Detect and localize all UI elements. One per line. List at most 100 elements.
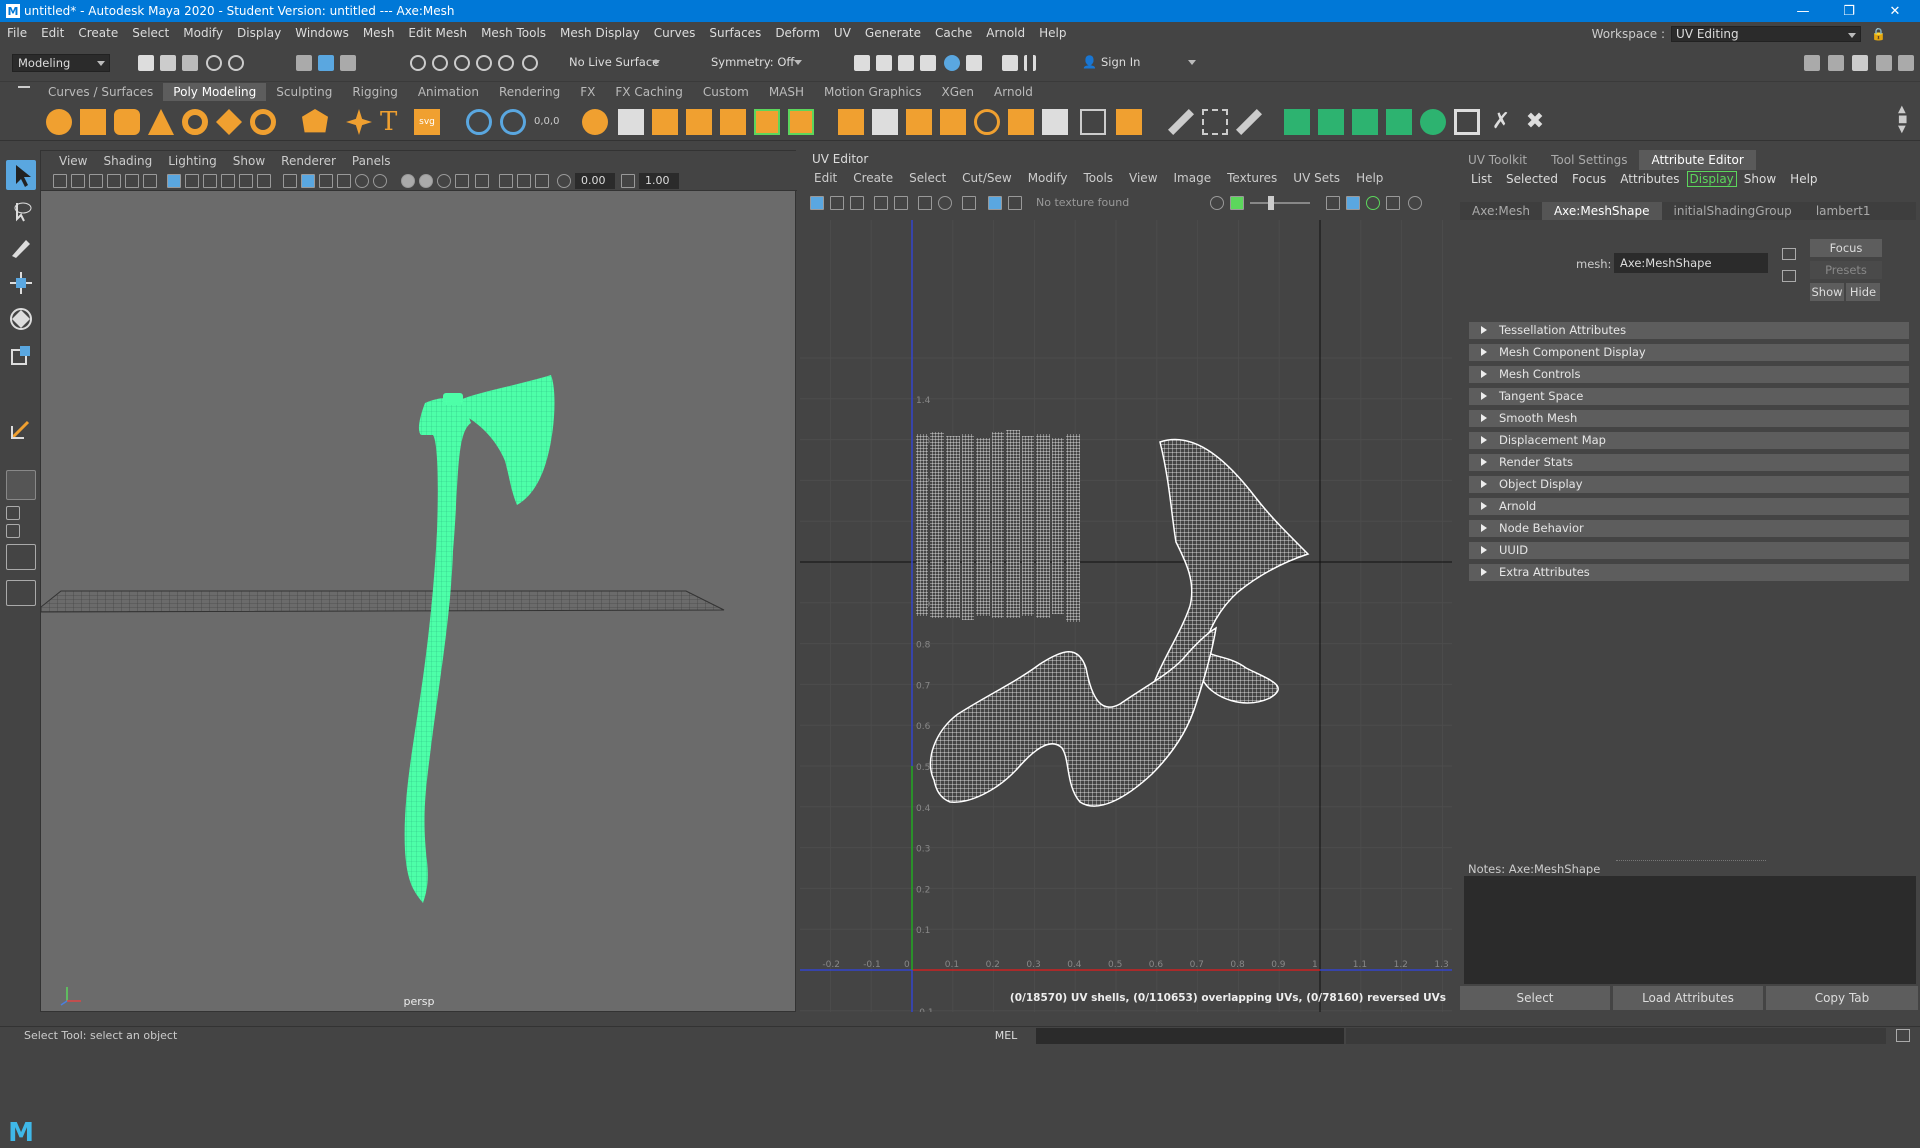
poly-disc-icon[interactable] — [250, 109, 276, 135]
uv-cylindrical-icon[interactable] — [1318, 109, 1344, 135]
gate-mask-icon[interactable] — [221, 174, 235, 188]
extrude-icon[interactable] — [618, 109, 644, 135]
menu-modify[interactable]: Modify — [176, 26, 230, 40]
wireframe-icon[interactable] — [283, 174, 297, 188]
menu-generate[interactable]: Generate — [858, 26, 928, 40]
shadows-icon[interactable] — [373, 174, 387, 188]
uv-pixel-snap-icon[interactable] — [918, 196, 932, 210]
uv-menu-edit[interactable]: Edit — [806, 171, 845, 185]
menu-display[interactable]: Display — [230, 26, 288, 40]
shelf-tab-rendering[interactable]: Rendering — [489, 83, 570, 101]
lattice-icon[interactable] — [1202, 109, 1228, 135]
make-hole-icon[interactable] — [788, 109, 814, 135]
uv-texture-dropdown[interactable]: No texture found — [1036, 196, 1129, 209]
anti-aliasing-icon[interactable] — [437, 174, 451, 188]
uv-menu-tools[interactable]: Tools — [1075, 171, 1121, 185]
output-connections-icon[interactable] — [1782, 270, 1796, 282]
platonic-solid-icon[interactable] — [302, 109, 328, 133]
uv-isolate-icon[interactable] — [938, 196, 952, 210]
select-component-icon[interactable] — [340, 55, 356, 71]
uv-gamma-icon[interactable] — [1230, 196, 1244, 210]
lock-icon[interactable]: 🔒 — [1871, 27, 1886, 41]
menuset-dropdown[interactable]: Modeling — [12, 54, 110, 72]
shelf-tab-fx[interactable]: FX — [570, 83, 605, 101]
viewport-menu-show[interactable]: Show — [225, 154, 273, 168]
lasso-tool-icon[interactable] — [6, 196, 36, 226]
menu-mesh-tools[interactable]: Mesh Tools — [474, 26, 553, 40]
uv-menu-create[interactable]: Create — [845, 171, 901, 185]
multi-cut-icon[interactable] — [838, 109, 864, 135]
close-icon[interactable]: ✕ — [1872, 0, 1918, 22]
snap-point-icon[interactable] — [454, 55, 470, 71]
select-hierarchy-icon[interactable] — [296, 55, 312, 71]
ae-menu-attributes[interactable]: Attributes — [1613, 172, 1686, 186]
shelf-menu-icon[interactable] — [18, 86, 30, 98]
menu-mesh-display[interactable]: Mesh Display — [553, 26, 647, 40]
menu-curves[interactable]: Curves — [647, 26, 703, 40]
edge-loop-icon[interactable] — [974, 109, 1000, 135]
menu-uv[interactable]: UV — [827, 26, 858, 40]
append-icon[interactable] — [720, 109, 746, 135]
menu-arnold[interactable]: Arnold — [979, 26, 1032, 40]
uv-dim-image-icon[interactable] — [1008, 196, 1022, 210]
super-shape-icon[interactable] — [346, 109, 372, 135]
shelf-tab-motion-graphics[interactable]: Motion Graphics — [814, 83, 932, 101]
uv-cut-icon[interactable]: ✗ — [1488, 109, 1514, 135]
minimize-icon[interactable]: — — [1780, 0, 1826, 22]
grease-pencil-icon[interactable] — [143, 174, 157, 188]
shelf-tab-rigging[interactable]: Rigging — [342, 83, 407, 101]
bevel-icon[interactable] — [686, 109, 712, 135]
uv-menu-image[interactable]: Image — [1166, 171, 1220, 185]
menu-windows[interactable]: Windows — [288, 26, 356, 40]
section-node-behavior[interactable]: Node Behavior — [1469, 520, 1909, 537]
slide-edge-icon[interactable] — [1008, 109, 1034, 135]
snap-grid-icon[interactable] — [410, 55, 426, 71]
center-pivot-icon[interactable]: 0,0,0 — [534, 109, 560, 135]
use-all-lights-icon[interactable] — [355, 174, 369, 188]
poly-sphere-icon[interactable] — [46, 109, 72, 135]
render-settings-icon[interactable] — [966, 55, 982, 71]
uv-menu-modify[interactable]: Modify — [1020, 171, 1076, 185]
persp-graph-layout-icon[interactable] — [6, 544, 36, 570]
image-plane-icon[interactable] — [107, 174, 121, 188]
section-displacement-map[interactable]: Displacement Map — [1469, 432, 1909, 449]
paint-select-icon[interactable] — [6, 232, 36, 262]
menu-deform[interactable]: Deform — [768, 26, 827, 40]
panel-tab-uv-toolkit[interactable]: UV Toolkit — [1456, 153, 1539, 167]
hypershade-icon[interactable] — [944, 55, 960, 71]
notes-divider[interactable] — [1616, 860, 1766, 861]
gamma-icon[interactable] — [621, 174, 635, 188]
poly-torus-icon[interactable] — [182, 109, 208, 135]
section-tangent-space[interactable]: Tangent Space — [1469, 388, 1909, 405]
modeling-toolkit-icon[interactable] — [1804, 55, 1820, 71]
save-scene-icon[interactable] — [182, 55, 198, 71]
ae-menu-focus[interactable]: Focus — [1565, 172, 1613, 186]
ipr-render-icon[interactable] — [920, 55, 936, 71]
load-attributes-button[interactable]: Load Attributes — [1613, 986, 1763, 1010]
panel-tab-tool-settings[interactable]: Tool Settings — [1539, 153, 1639, 167]
menu-surfaces[interactable]: Surfaces — [702, 26, 768, 40]
notes-field[interactable] — [1464, 876, 1916, 984]
node-tab-lambert1[interactable]: lambert1 — [1804, 202, 1883, 220]
redo-icon[interactable] — [228, 55, 244, 71]
menu-cache[interactable]: Cache — [928, 26, 979, 40]
backface-culling-icon[interactable] — [535, 174, 549, 188]
shelf-tab-xgen[interactable]: XGen — [932, 83, 985, 101]
input-connections-icon[interactable] — [1782, 248, 1796, 260]
open-scene-icon[interactable] — [160, 55, 176, 71]
poly-cube-icon[interactable] — [80, 109, 106, 135]
copy-tab-button[interactable]: Copy Tab — [1766, 986, 1918, 1010]
poly-cone-icon[interactable] — [148, 109, 174, 135]
connect-icon[interactable] — [906, 109, 932, 135]
resolution-gate-icon[interactable] — [203, 174, 217, 188]
uv-sew-icon[interactable]: ✖ — [1522, 109, 1548, 135]
uv-grid-toggle-icon[interactable] — [810, 196, 824, 210]
command-line-input[interactable] — [1036, 1028, 1344, 1044]
uv-slider-handle[interactable] — [1268, 196, 1274, 210]
shelf-tab-custom[interactable]: Custom — [693, 83, 759, 101]
outliner-toggle-icon[interactable] — [1898, 55, 1914, 71]
pencil-icon[interactable] — [1168, 109, 1194, 135]
new-scene-icon[interactable] — [138, 55, 154, 71]
screen-space-ao-icon[interactable] — [401, 174, 415, 188]
poly-plane-icon[interactable] — [216, 109, 242, 135]
